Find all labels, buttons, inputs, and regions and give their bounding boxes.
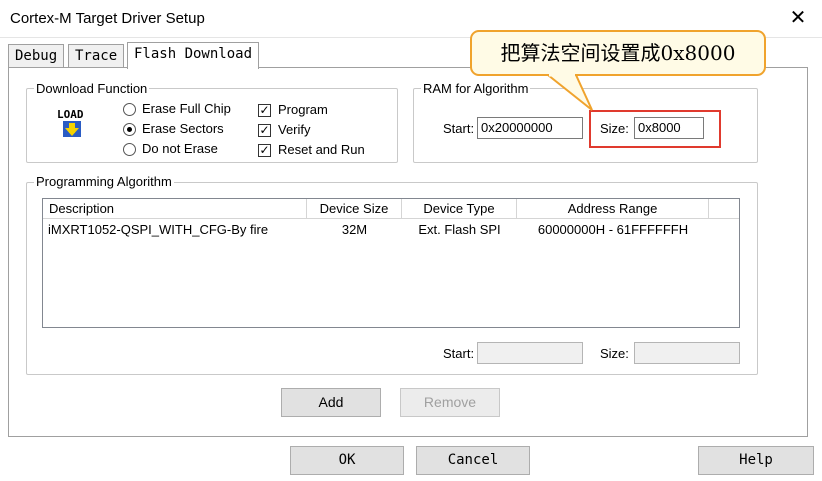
download-function-label: Download Function: [34, 81, 150, 96]
table-row[interactable]: iMXRT1052-QSPI_WITH_CFG-By fire 32M Ext.…: [43, 220, 739, 240]
algo-size-label: Size:: [600, 346, 629, 361]
algo-start-input[interactable]: [477, 342, 583, 364]
do-not-erase-radio[interactable]: [123, 143, 136, 156]
column-header-filler: [709, 199, 739, 219]
algo-start-label: Start:: [443, 346, 475, 361]
load-icon: LOAD: [57, 108, 84, 137]
algorithm-table[interactable]: Description Device Size Device Type Addr…: [42, 198, 740, 328]
erase-sectors-label: Erase Sectors: [142, 121, 224, 136]
reset-and-run-checkbox[interactable]: ✓: [258, 144, 271, 157]
tab-flash-download[interactable]: Flash Download: [127, 42, 260, 69]
verify-checkbox[interactable]: ✓: [258, 124, 271, 137]
ram-start-input[interactable]: 0x20000000: [477, 117, 583, 139]
verify-label: Verify: [278, 122, 311, 137]
reset-and-run-label: Reset and Run: [278, 142, 365, 157]
row-address-range: 60000000H - 61FFFFFFH: [537, 222, 689, 237]
column-header-device-size[interactable]: Device Size: [307, 199, 402, 219]
row-device-size: 32M: [341, 222, 368, 237]
tab-debug[interactable]: Debug: [8, 44, 65, 68]
column-header-address-range[interactable]: Address Range: [517, 199, 709, 219]
callout-pointer: [545, 74, 593, 111]
window-title: Cortex-M Target Driver Setup: [10, 10, 205, 27]
ok-button[interactable]: OK: [290, 446, 404, 475]
annotation-callout: 把算法空间设置成0x8000: [470, 30, 766, 76]
row-description: iMXRT1052-QSPI_WITH_CFG-By fire: [48, 222, 269, 237]
ram-for-algorithm-label: RAM for Algorithm: [421, 81, 531, 96]
program-checkbox[interactable]: ✓: [258, 104, 271, 117]
row-device-type: Ext. Flash SPI: [418, 222, 501, 237]
erase-full-chip-radio[interactable]: [123, 103, 136, 116]
remove-button[interactable]: Remove: [400, 388, 500, 417]
add-button[interactable]: Add: [281, 388, 381, 417]
tab-trace[interactable]: Trace: [68, 44, 125, 68]
ram-start-label: Start:: [443, 121, 475, 136]
do-not-erase-label: Do not Erase: [142, 141, 218, 156]
algo-size-input[interactable]: [634, 342, 740, 364]
column-header-device-type[interactable]: Device Type: [402, 199, 517, 219]
erase-full-chip-label: Erase Full Chip: [142, 101, 231, 116]
programming-algorithm-label: Programming Algorithm: [34, 174, 174, 189]
program-label: Program: [278, 102, 328, 117]
size-highlight-box: [589, 110, 721, 148]
close-icon[interactable]: ✕: [786, 6, 810, 30]
column-header-description[interactable]: Description: [43, 199, 307, 219]
help-button[interactable]: Help: [698, 446, 814, 475]
cancel-button[interactable]: Cancel: [416, 446, 530, 475]
erase-sectors-radio[interactable]: [123, 123, 136, 136]
load-icon-text: LOAD: [57, 108, 84, 121]
